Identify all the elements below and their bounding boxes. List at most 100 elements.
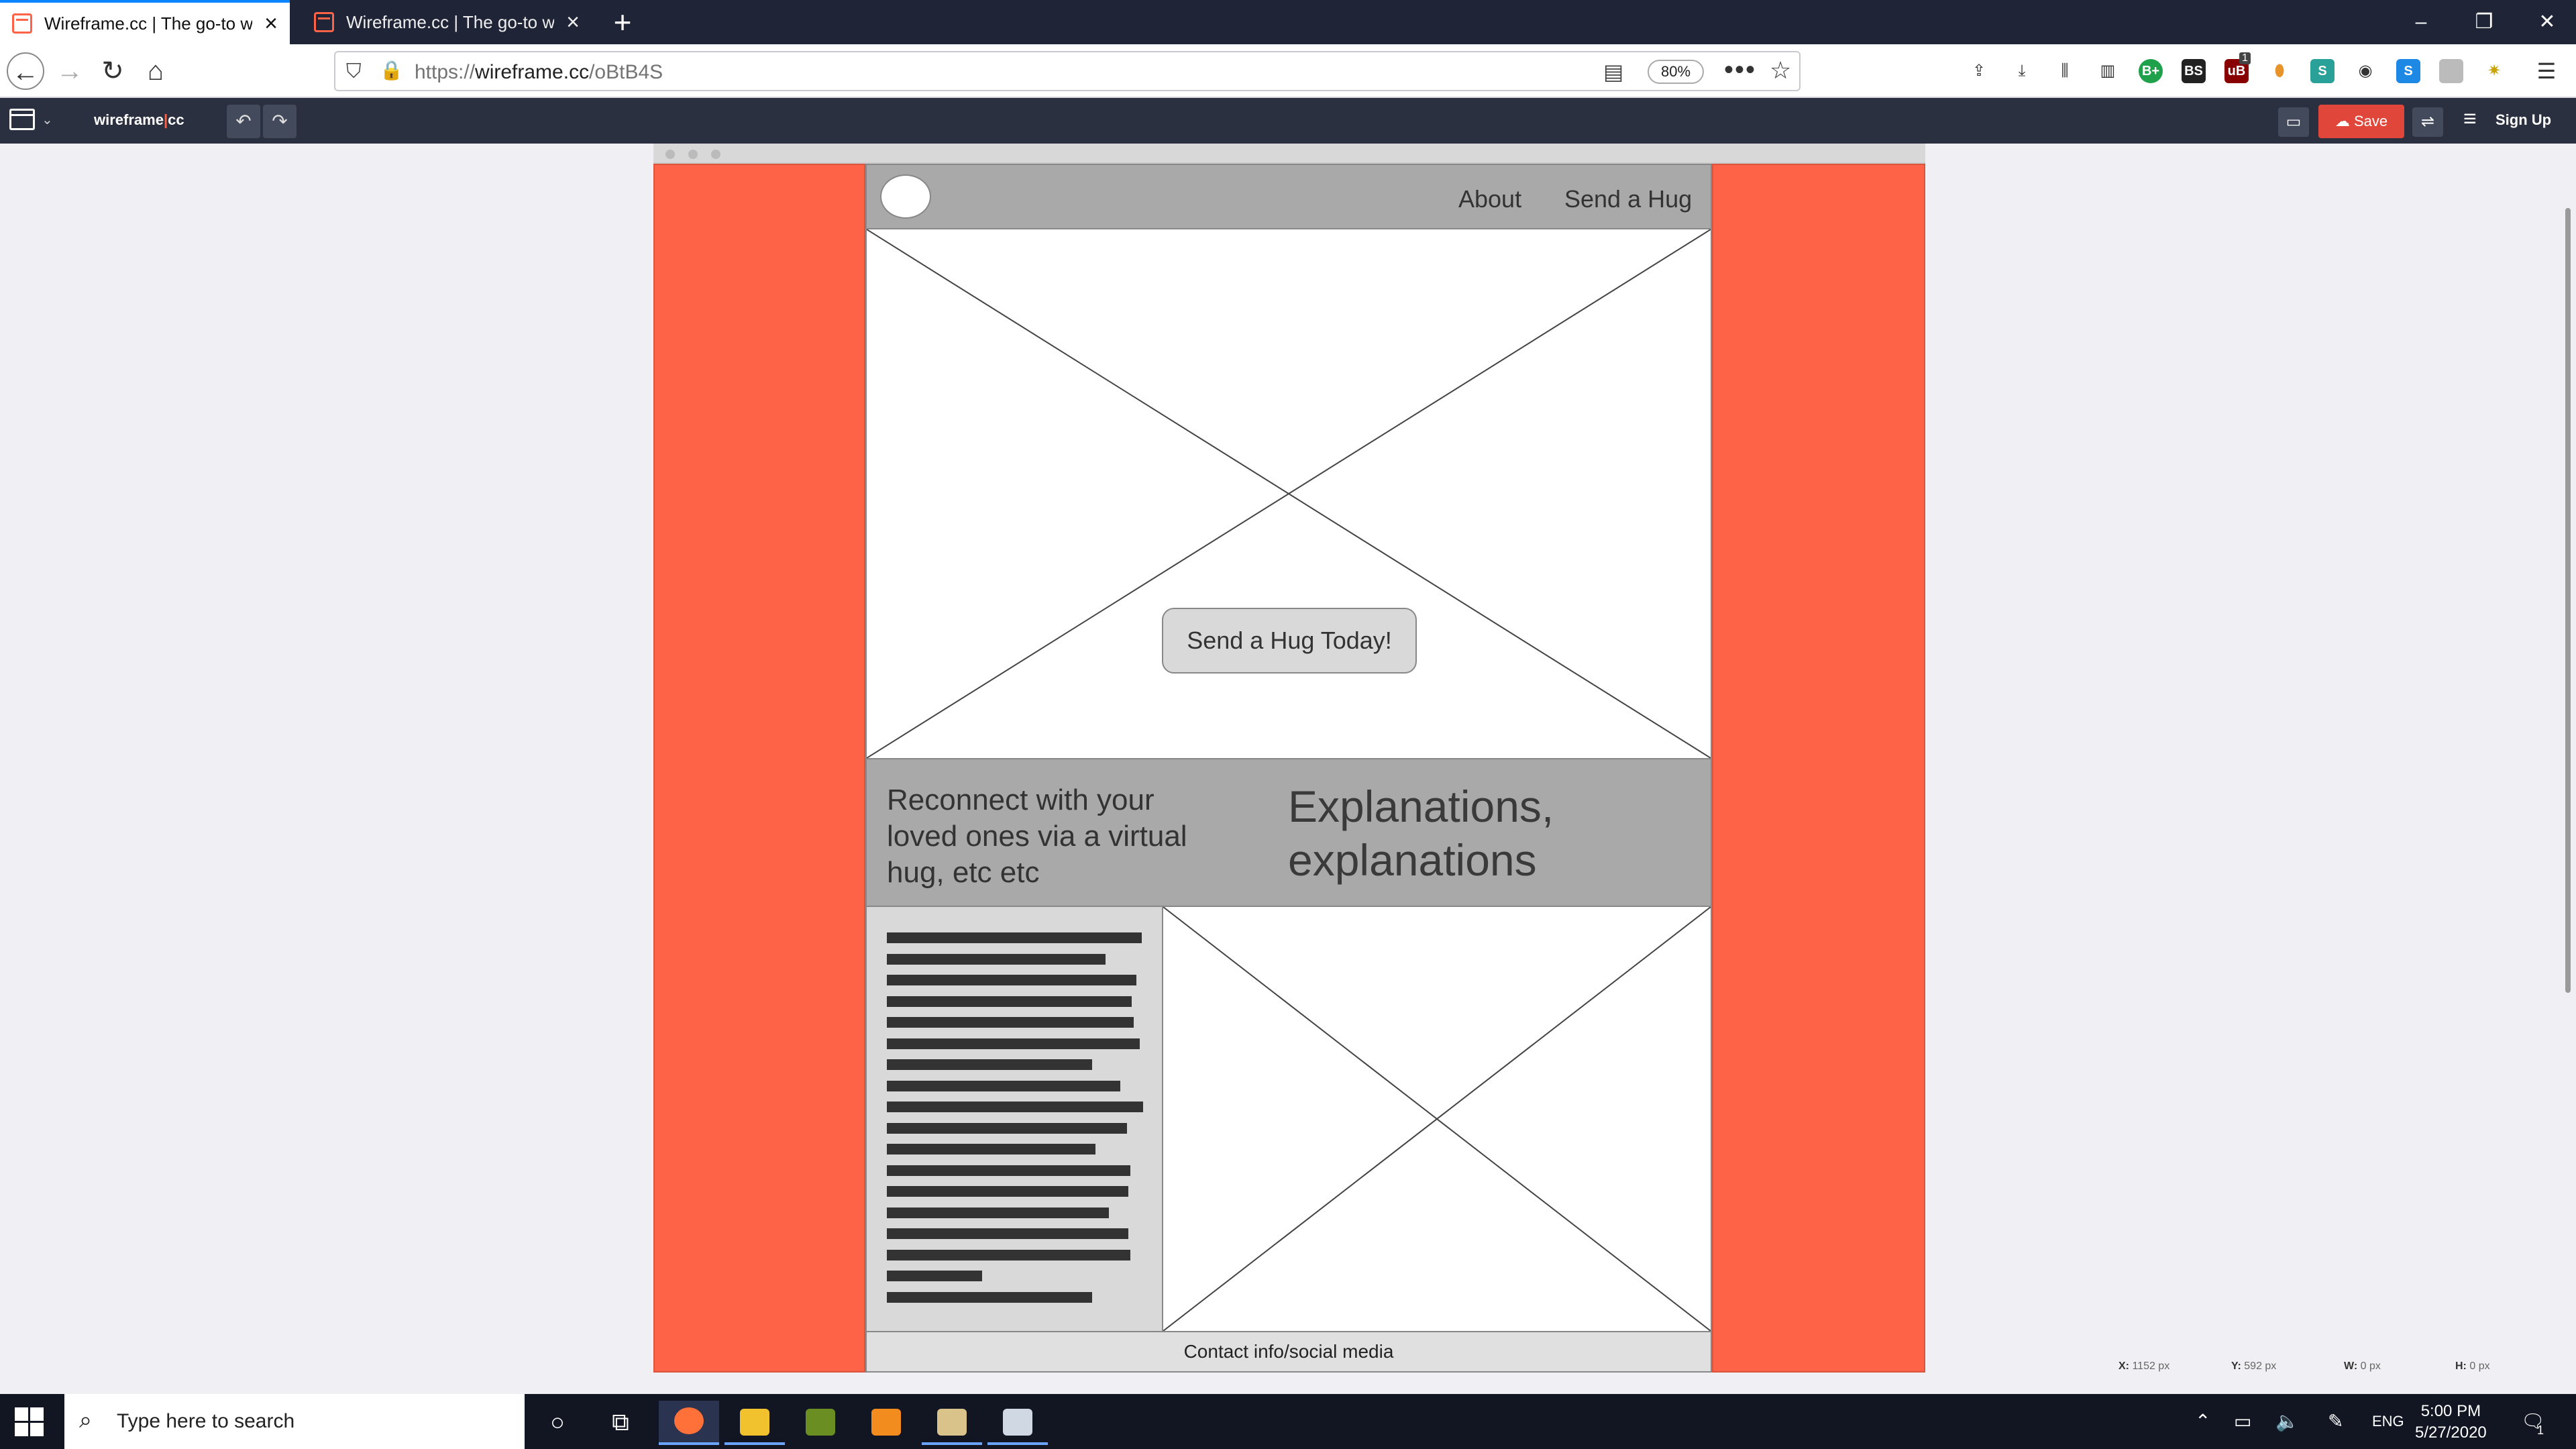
sidebar-icon[interactable]: ▥ bbox=[2096, 59, 2120, 83]
url-bar[interactable]: ⛉ 🔒 https://wireframe.cc/oBtB4S ▤ 80% ••… bbox=[334, 51, 1801, 91]
shield-extension-icon[interactable]: ⬮ bbox=[2267, 59, 2292, 83]
send-hug-today-button[interactable]: Send a Hug Today! bbox=[1162, 608, 1417, 674]
language-indicator[interactable]: ENG bbox=[2372, 1413, 2404, 1430]
wireframe-logo-placeholder[interactable] bbox=[880, 174, 931, 219]
restore-button[interactable]: ❐ bbox=[2454, 0, 2514, 44]
forward-arrow-icon[interactable]: → bbox=[51, 52, 89, 90]
h-readout: H: 0 px bbox=[2455, 1360, 2490, 1372]
page-frame-icon[interactable] bbox=[9, 109, 35, 130]
placeholder-text-line bbox=[887, 1186, 1128, 1197]
placeholder-text-line bbox=[887, 996, 1132, 1007]
save-button[interactable]: ☁ Save bbox=[2318, 105, 2404, 138]
cortana-circle-icon[interactable]: ○ bbox=[527, 1401, 588, 1445]
menu-icon[interactable]: ≡ bbox=[2463, 106, 2477, 132]
account-icon[interactable]: ◉ bbox=[2353, 59, 2377, 83]
pen-icon[interactable]: ✎ bbox=[2328, 1410, 2343, 1432]
task-view-icon[interactable]: ⧉ bbox=[590, 1401, 651, 1445]
sublime-icon bbox=[871, 1409, 901, 1436]
firefox-taskbar-icon[interactable] bbox=[659, 1401, 719, 1445]
bookmark-star-icon[interactable]: ☆ bbox=[1770, 56, 1791, 85]
zoom-level-badge[interactable]: 80% bbox=[1648, 60, 1704, 84]
wireframe-favicon-icon bbox=[12, 13, 32, 34]
wireframe-header[interactable]: About Send a Hug bbox=[867, 165, 1711, 229]
explanations-heading[interactable]: Explanations, explanations bbox=[1288, 780, 1637, 887]
sublime-taskbar-icon[interactable] bbox=[856, 1401, 916, 1445]
tagline-text[interactable]: Reconnect with your loved ones via a vir… bbox=[887, 782, 1195, 891]
close-tab-icon[interactable]: × bbox=[264, 12, 278, 35]
wireframe-logo[interactable]: wireframe|cc bbox=[94, 111, 184, 129]
placeholder-text-line bbox=[887, 1080, 1120, 1091]
home-icon[interactable]: ⌂ bbox=[137, 52, 174, 90]
chevron-down-icon[interactable]: ⌄ bbox=[42, 111, 53, 128]
close-tab-icon[interactable]: × bbox=[566, 11, 580, 34]
search-placeholder[interactable]: Type here to search bbox=[117, 1410, 294, 1433]
firefox-icon bbox=[674, 1407, 704, 1434]
battery-icon[interactable]: ▭ bbox=[2234, 1410, 2251, 1432]
minimize-button[interactable]: – bbox=[2391, 0, 2451, 44]
s-blue-extension-icon[interactable]: S bbox=[2396, 59, 2420, 83]
new-tab-button[interactable]: + bbox=[604, 4, 641, 42]
browser-navbar: ← → ↻ ⌂ ⛉ 🔒 https://wireframe.cc/oBtB4S … bbox=[0, 44, 2576, 98]
windows-start-icon[interactable] bbox=[15, 1407, 44, 1437]
app-taskbar-icon[interactable] bbox=[790, 1401, 851, 1445]
url-text[interactable]: https://wireframe.cc/oBtB4S bbox=[415, 61, 663, 84]
scroll-app-taskbar-icon[interactable] bbox=[922, 1401, 982, 1445]
tab-wireframe-inactive[interactable]: Wireframe.cc | The go-to wiref × bbox=[302, 0, 592, 44]
close-window-button[interactable]: ✕ bbox=[2517, 0, 2576, 44]
placeholder-text-line bbox=[887, 1207, 1109, 1218]
notes-app-taskbar-icon[interactable] bbox=[987, 1401, 1048, 1445]
lock-icon[interactable]: 🔒 bbox=[380, 59, 403, 81]
reload-icon[interactable]: ↻ bbox=[94, 52, 131, 90]
tracking-shield-icon[interactable]: ⛉ bbox=[346, 60, 362, 83]
placeholder-text-line bbox=[887, 1059, 1092, 1070]
placeholder-text-line bbox=[887, 1271, 982, 1281]
placeholder-text-line bbox=[887, 1165, 1130, 1176]
placeholder-text-line bbox=[887, 1017, 1134, 1028]
wireframe-footer[interactable]: Contact info/social media bbox=[867, 1331, 1711, 1371]
taskbar-search-box[interactable]: ⌕ Type here to search bbox=[64, 1394, 525, 1449]
chevron-up-icon[interactable]: ⌃ bbox=[2195, 1410, 2210, 1432]
volume-icon[interactable]: 🔈 bbox=[2275, 1410, 2299, 1432]
placeholder-text-line bbox=[887, 1291, 1092, 1303]
tab-title: Wireframe.cc | The go-to wiref bbox=[44, 13, 253, 34]
orange-side-panel-right[interactable] bbox=[1712, 164, 1925, 1373]
back-arrow-icon[interactable]: ← bbox=[7, 52, 44, 90]
hamburger-menu-icon[interactable]: ☰ bbox=[2534, 59, 2559, 83]
orange-side-panel-left[interactable] bbox=[653, 164, 865, 1373]
bs-extension-icon[interactable]: BS bbox=[2182, 59, 2206, 83]
url-path: /oBtB4S bbox=[589, 61, 663, 83]
comment-icon[interactable]: ▭ bbox=[2278, 107, 2309, 137]
vertical-scrollbar[interactable] bbox=[2565, 208, 2571, 993]
bee-extension-icon[interactable]: ✷ bbox=[2482, 59, 2506, 83]
library-icon[interactable]: ⫼ bbox=[2053, 59, 2077, 83]
nav-about[interactable]: About bbox=[1458, 185, 1521, 213]
downloads-icon[interactable]: ⤓ bbox=[2010, 59, 2034, 83]
redo-icon[interactable]: ↷ bbox=[263, 105, 297, 138]
pocket-icon[interactable]: ⇪ bbox=[1967, 59, 1991, 83]
window-dot bbox=[665, 150, 675, 159]
intro-band[interactable]: Reconnect with your loved ones via a vir… bbox=[867, 758, 1711, 907]
wireframe-app-toolbar: ⌄ wireframe|cc ↶ ↷ ▭ ☁ Save ⇌ ≡ Sign Up bbox=[0, 98, 2576, 144]
placeholder-text-line bbox=[887, 1249, 1130, 1260]
gray-extension-icon[interactable] bbox=[2439, 59, 2463, 83]
nav-send-a-hug[interactable]: Send a Hug bbox=[1564, 185, 1692, 213]
settings-sliders-icon[interactable]: ⇌ bbox=[2412, 107, 2443, 137]
clock[interactable]: 5:00 PM 5/27/2020 bbox=[2415, 1401, 2487, 1444]
url-host: wireframe.cc bbox=[475, 61, 590, 83]
file-explorer-taskbar-icon[interactable] bbox=[724, 1401, 785, 1445]
text-placeholder-column[interactable] bbox=[867, 907, 1163, 1331]
hero-image-placeholder[interactable] bbox=[867, 229, 1711, 758]
tab-wireframe-active[interactable]: Wireframe.cc | The go-to wiref × bbox=[0, 0, 290, 44]
placeholder-text-line bbox=[887, 1102, 1143, 1112]
wireframe-page[interactable]: About Send a Hug Send a Hug Today! Recon… bbox=[865, 164, 1712, 1373]
scroll-icon bbox=[937, 1409, 967, 1436]
reader-view-icon[interactable]: ▤ bbox=[1603, 59, 1623, 85]
undo-icon[interactable]: ↶ bbox=[227, 105, 260, 138]
bplus-extension-icon[interactable]: B+ bbox=[2139, 59, 2163, 83]
w-readout: W: 0 px bbox=[2344, 1360, 2381, 1372]
page-actions-button[interactable]: ••• bbox=[1724, 55, 1756, 85]
url-prefix: https:// bbox=[415, 61, 476, 83]
secondary-image-placeholder[interactable] bbox=[1163, 907, 1711, 1331]
sign-up-link[interactable]: Sign Up bbox=[2496, 111, 2551, 129]
s-extension-icon[interactable]: S bbox=[2310, 59, 2334, 83]
